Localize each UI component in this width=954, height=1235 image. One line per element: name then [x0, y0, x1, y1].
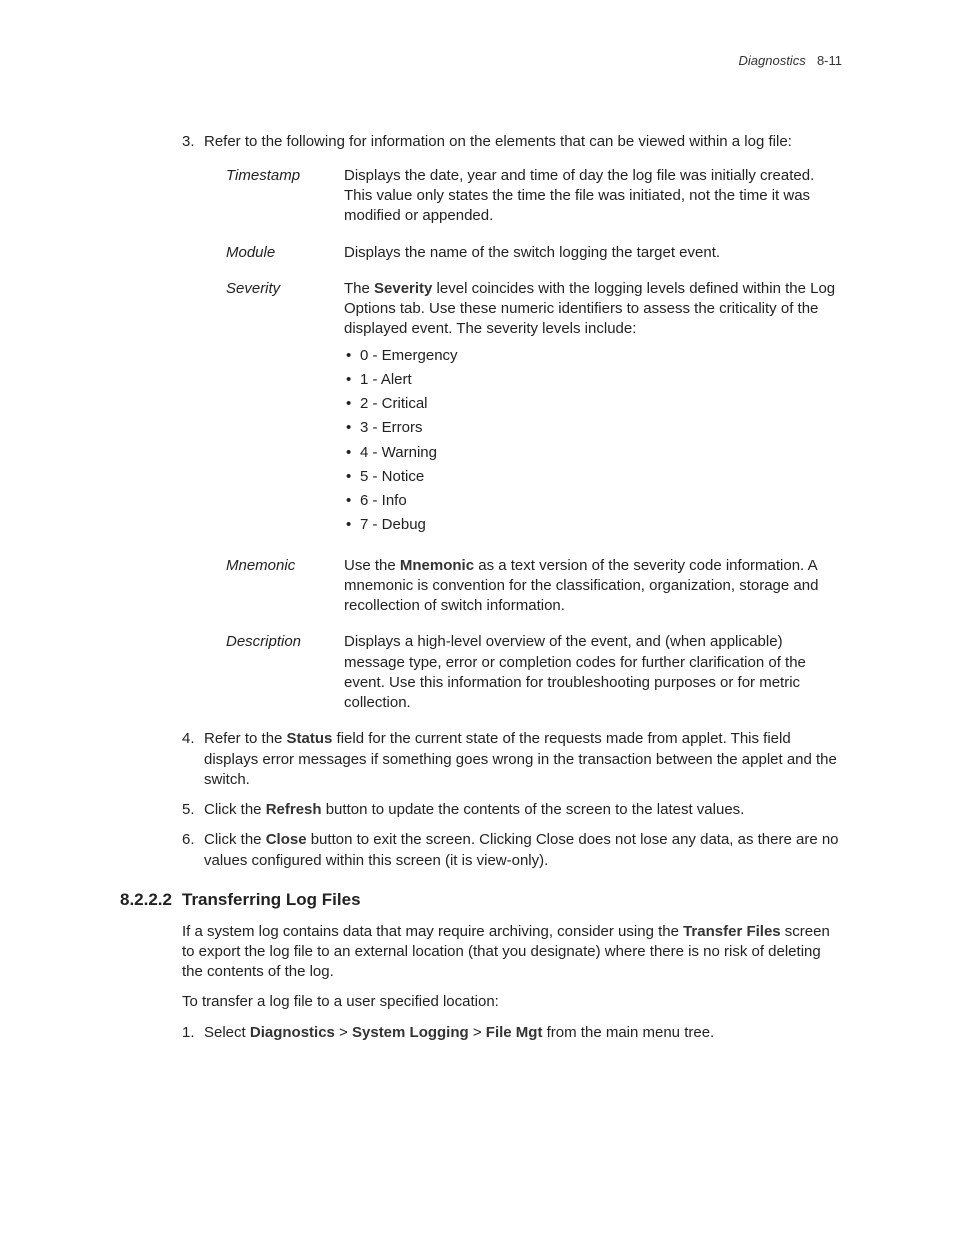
severity-level: 6 - Info	[344, 491, 844, 511]
def-row-timestamp: Timestamp Displays the date, year and ti…	[226, 166, 844, 227]
def-term: Mnemonic	[226, 556, 344, 576]
section-steps: 1. Select Diagnostics > System Logging >…	[182, 1023, 844, 1043]
step-list: 3. Refer to the following for informatio…	[182, 132, 844, 871]
severity-intro: The Severity level coincides with the lo…	[344, 280, 835, 338]
header-title: Diagnostics	[739, 53, 806, 68]
severity-bullets: 0 - Emergency 1 - Alert 2 - Critical 3 -…	[344, 346, 844, 536]
step-3-text: Refer to the following for information o…	[204, 133, 792, 150]
running-header: Diagnostics 8-11	[120, 52, 844, 70]
severity-level: 3 - Errors	[344, 418, 844, 438]
section-number: 8.2.2.2	[120, 889, 170, 912]
section-heading: 8.2.2.2 Transferring Log Files	[120, 889, 844, 912]
severity-level: 5 - Notice	[344, 467, 844, 487]
section-p2: To transfer a log file to a user specifi…	[182, 992, 844, 1012]
severity-level: 7 - Debug	[344, 515, 844, 535]
step-6-text: Click the Close button to exit the scree…	[204, 831, 839, 868]
transfer-files-bold: Transfer Files	[683, 923, 781, 940]
def-term: Severity	[226, 279, 344, 299]
severity-level: 1 - Alert	[344, 370, 844, 390]
step-3-num: 3.	[182, 132, 195, 152]
def-body: Displays the date, year and time of day …	[344, 166, 844, 227]
severity-level: 2 - Critical	[344, 394, 844, 414]
section-step-1: 1. Select Diagnostics > System Logging >…	[182, 1023, 844, 1043]
definition-table: Timestamp Displays the date, year and ti…	[226, 166, 844, 714]
file-mgt-bold: File Mgt	[486, 1024, 543, 1041]
def-body: Displays the name of the switch logging …	[344, 243, 844, 263]
step-5: 5. Click the Refresh button to update th…	[182, 800, 844, 820]
header-page: 8-11	[810, 53, 842, 68]
section-p1: If a system log contains data that may r…	[182, 922, 844, 983]
step-4-text: Refer to the Status field for the curren…	[204, 730, 837, 788]
def-term: Module	[226, 243, 344, 263]
step-6: 6. Click the Close button to exit the sc…	[182, 830, 844, 871]
def-body: The Severity level coincides with the lo…	[344, 279, 844, 540]
step-3: 3. Refer to the following for informatio…	[182, 132, 844, 714]
system-logging-bold: System Logging	[352, 1024, 469, 1041]
step-5-text: Click the Refresh button to update the c…	[204, 801, 744, 818]
def-row-description: Description Displays a high-level overvi…	[226, 632, 844, 713]
status-bold: Status	[287, 730, 333, 747]
step-4: 4. Refer to the Status field for the cur…	[182, 729, 844, 790]
def-body: Use the Mnemonic as a text version of th…	[344, 556, 844, 617]
def-row-mnemonic: Mnemonic Use the Mnemonic as a text vers…	[226, 556, 844, 617]
severity-level: 0 - Emergency	[344, 346, 844, 366]
def-body: Displays a high-level overview of the ev…	[344, 632, 844, 713]
section-title: Transferring Log Files	[182, 889, 361, 912]
step-4-num: 4.	[182, 729, 195, 749]
def-term: Description	[226, 632, 344, 652]
close-bold: Close	[266, 831, 307, 848]
severity-level: 4 - Warning	[344, 443, 844, 463]
diagnostics-bold: Diagnostics	[250, 1024, 335, 1041]
severity-bold: Severity	[374, 280, 432, 297]
def-row-module: Module Displays the name of the switch l…	[226, 243, 844, 263]
content: 3. Refer to the following for informatio…	[182, 132, 844, 1043]
section-step-1-num: 1.	[182, 1023, 195, 1043]
section-step-1-text: Select Diagnostics > System Logging > Fi…	[204, 1024, 714, 1041]
mnemonic-bold: Mnemonic	[400, 557, 474, 574]
def-row-severity: Severity The Severity level coincides wi…	[226, 279, 844, 540]
step-5-num: 5.	[182, 800, 195, 820]
refresh-bold: Refresh	[266, 801, 322, 818]
def-term: Timestamp	[226, 166, 344, 186]
page: Diagnostics 8-11 3. Refer to the followi…	[0, 0, 954, 1235]
step-6-num: 6.	[182, 830, 195, 850]
